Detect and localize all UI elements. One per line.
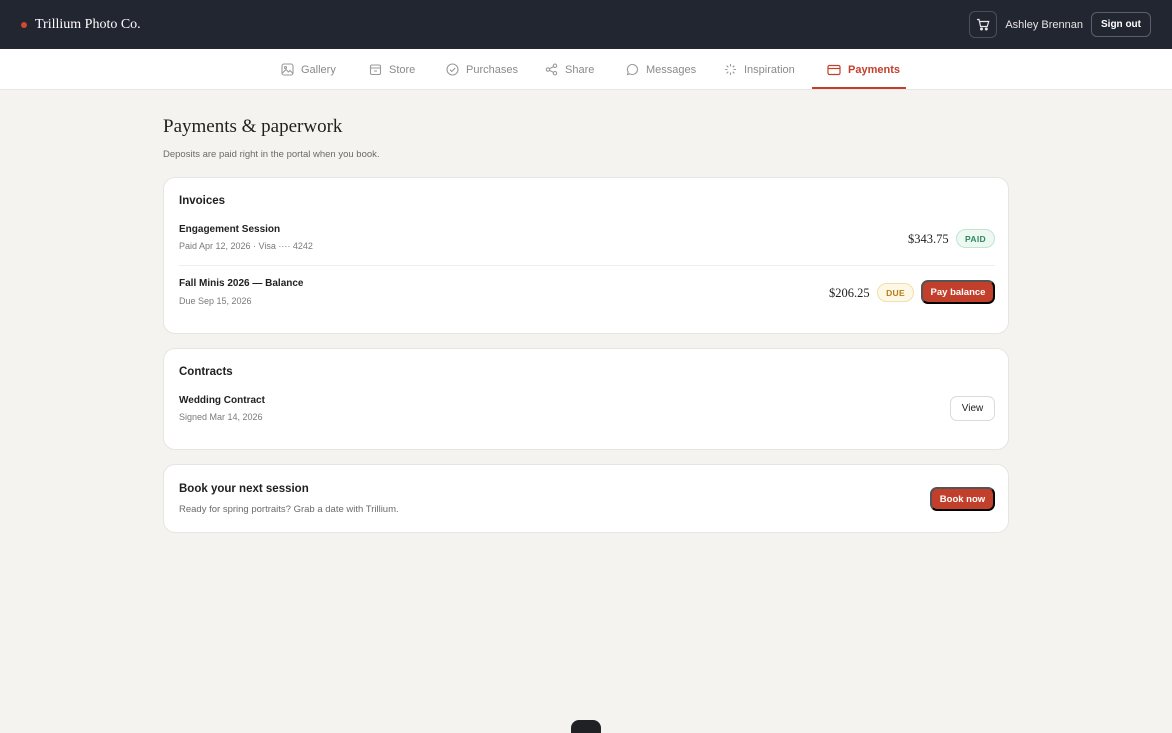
sign-out-button[interactable]: Sign out [1091, 12, 1151, 37]
invoice-name: Fall Minis 2026 — Balance [179, 278, 304, 289]
tab-gallery[interactable]: Gallery [281, 49, 336, 90]
status-badge: PAID [956, 229, 995, 248]
tab-label: Gallery [301, 63, 336, 76]
page-title: Payments & paperwork [163, 116, 343, 137]
tab-payments[interactable]: Payments [827, 49, 900, 90]
card-title: Contracts [179, 366, 233, 378]
contracts-card: Contracts Wedding Contract Signed Mar 14… [163, 348, 1009, 450]
tab-store[interactable]: Store [369, 49, 415, 90]
tab-messages[interactable]: Messages [626, 49, 696, 90]
invoice-amount: $343.75 [908, 232, 949, 246]
main-nav: Gallery Store Purchases Share Messages I… [0, 49, 1172, 90]
promo-text: Ready for spring portraits? Grab a date … [179, 504, 399, 515]
tab-label: Share [565, 63, 595, 76]
pay-balance-button[interactable]: Pay balance [921, 280, 995, 304]
invoice-meta: Due Sep 15, 2026 [179, 296, 252, 306]
tab-share[interactable]: Share [545, 49, 594, 90]
card-title: Book your next session [179, 483, 309, 495]
credit-card-icon [827, 64, 841, 75]
book-session-card: Book your next session Ready for spring … [163, 464, 1009, 533]
brand[interactable]: Trillium Photo Co. [21, 17, 141, 33]
contract-meta: Signed Mar 14, 2026 [179, 412, 263, 422]
contract-name: Wedding Contract [179, 395, 265, 406]
invoice-amount: $206.25 [829, 286, 870, 300]
book-now-button[interactable]: Book now [930, 487, 995, 511]
invoice-meta: Paid Apr 12, 2026 · Visa ···· 4242 [179, 241, 313, 251]
share-icon [545, 63, 558, 76]
sparkle-icon [725, 64, 736, 75]
active-tab-indicator [812, 87, 906, 89]
check-circle-icon [446, 63, 459, 76]
cart-button[interactable] [969, 11, 998, 38]
tab-label: Payments [848, 63, 900, 76]
invoice-name: Engagement Session [179, 224, 281, 235]
tab-inspiration[interactable]: Inspiration [724, 49, 795, 90]
user-name: Ashley Brennan [1005, 18, 1083, 31]
tab-label: Store [389, 63, 416, 76]
chat-icon [626, 63, 638, 76]
floating-handle[interactable] [571, 720, 601, 733]
image-icon [281, 63, 294, 76]
status-badge: DUE [877, 283, 914, 302]
store-icon [369, 64, 382, 76]
view-contract-button[interactable]: View [950, 396, 995, 421]
page-subtitle: Deposits are paid right in the portal wh… [163, 149, 380, 160]
tab-purchases[interactable]: Purchases [446, 49, 518, 90]
tab-label: Messages [646, 63, 697, 76]
top-bar: Trillium Photo Co. Ashley Brennan Sign o… [0, 0, 1172, 49]
tab-label: Purchases [466, 63, 518, 76]
brand-name: Trillium Photo Co. [35, 16, 141, 32]
brand-dot-icon [21, 21, 27, 28]
divider [179, 265, 995, 266]
tab-label: Inspiration [744, 63, 795, 76]
cart-icon [977, 18, 990, 31]
card-title: Invoices [179, 195, 226, 207]
invoices-card: Invoices Engagement Session Paid Apr 12,… [163, 177, 1009, 334]
